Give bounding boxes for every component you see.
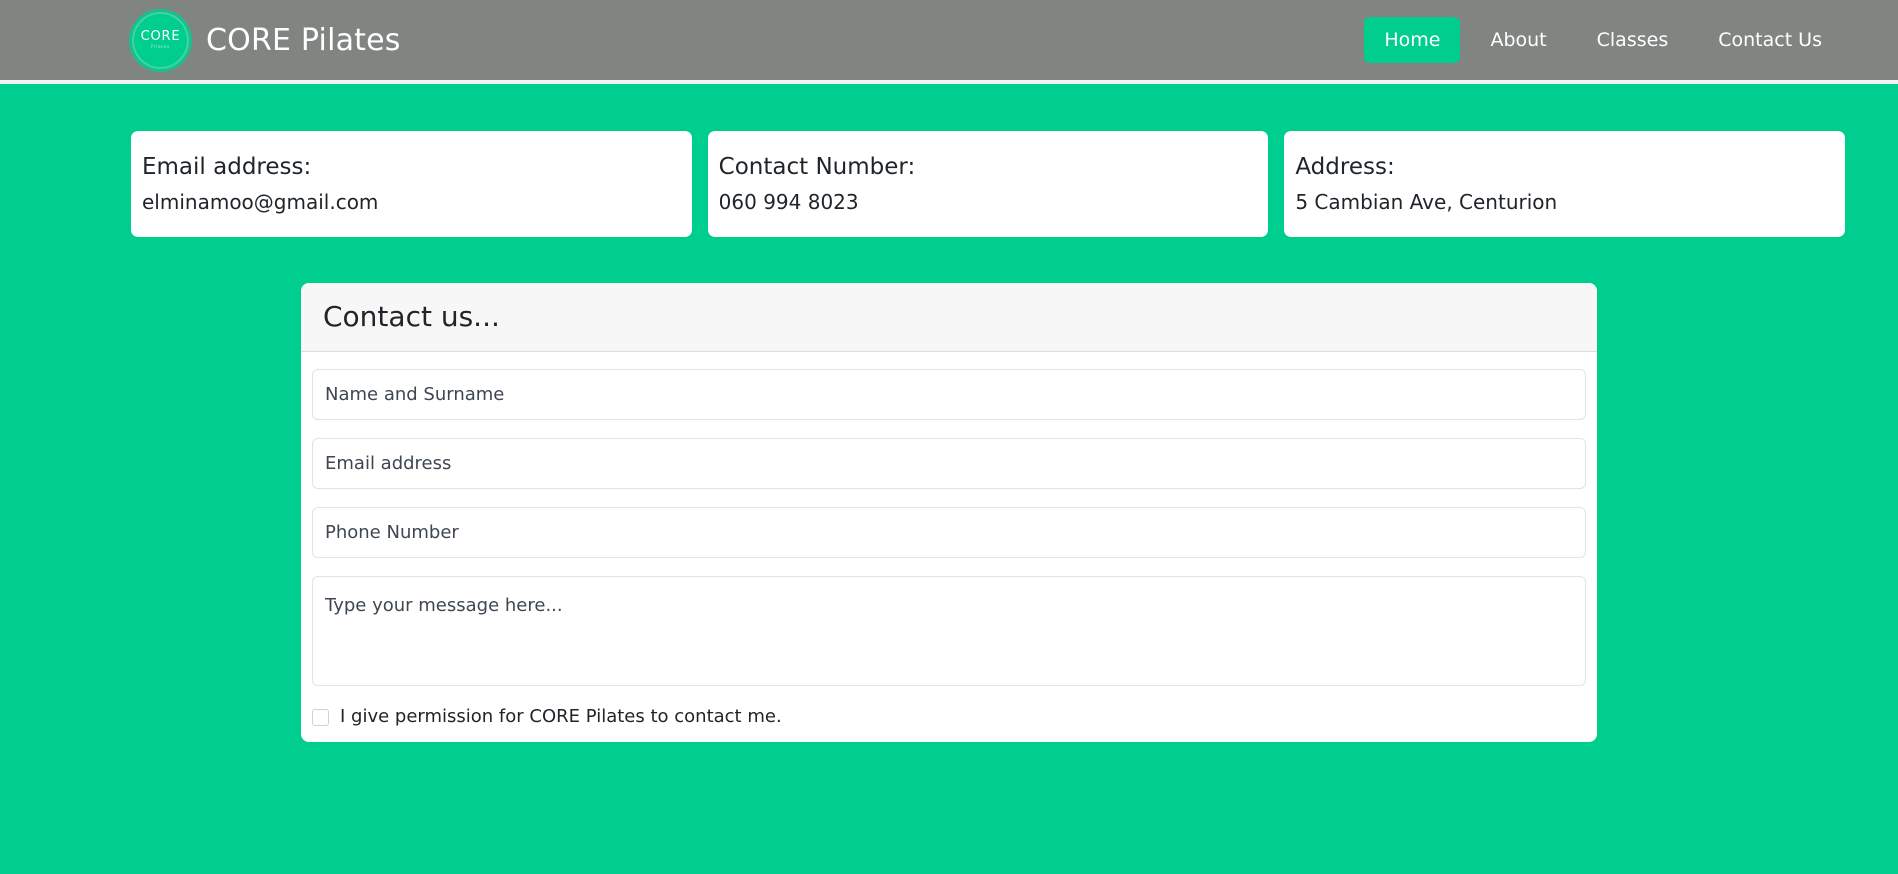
top-navigation-bar: CORE Pilates CORE Pilates Home About Cla… [0, 0, 1898, 84]
info-card-value: 060 994 8023 [718, 189, 859, 214]
nav-link-contact-us[interactable]: Contact Us [1698, 17, 1842, 63]
info-card-title: Email address: [142, 154, 312, 180]
nav-link-about[interactable]: About [1470, 17, 1566, 63]
brand-name: CORE Pilates [206, 22, 401, 58]
consent-checkbox[interactable] [312, 708, 329, 726]
info-card-email: Email address: elminamoo@gmail.com [131, 131, 692, 237]
contact-form-title: Contact us... [323, 299, 500, 333]
contact-info-cards: Email address: elminamoo@gmail.com Conta… [0, 84, 1898, 237]
contact-form-card: Contact us... I give permission for CORE… [301, 282, 1597, 743]
contact-form-body: I give permission for CORE Pilates to co… [301, 352, 1597, 742]
core-circle-logo-icon: CORE Pilates [134, 13, 187, 67]
consent-row: I give permission for CORE Pilates to co… [312, 702, 1586, 742]
info-card-value: 5 Cambian Ave, Centurion [1295, 189, 1558, 214]
info-card-title: Address: [1295, 154, 1395, 180]
name-and-surname-input[interactable] [312, 369, 1586, 421]
info-card-address: Address: 5 Cambian Ave, Centurion [1284, 131, 1846, 237]
info-card-title: Contact Number: [718, 154, 916, 180]
logo-main-text: CORE [140, 28, 181, 44]
logo-sub-text: Pilates [151, 44, 170, 50]
phone-number-input[interactable] [312, 507, 1586, 559]
nav-link-home[interactable]: Home [1364, 17, 1461, 63]
contact-form-header: Contact us... [301, 282, 1597, 353]
brand-logo-link[interactable]: CORE Pilates CORE Pilates [134, 13, 401, 67]
info-card-contact-number: Contact Number: 060 994 8023 [707, 131, 1269, 237]
contact-form-section: Contact us... I give permission for CORE… [0, 237, 1898, 743]
message-textarea[interactable] [312, 576, 1586, 687]
consent-label: I give permission for CORE Pilates to co… [340, 706, 782, 728]
email-address-input[interactable] [312, 438, 1586, 490]
nav-link-classes[interactable]: Classes [1577, 17, 1689, 63]
info-card-value: elminamoo@gmail.com [142, 189, 379, 214]
nav-links: Home About Classes Contact Us [1364, 17, 1842, 63]
